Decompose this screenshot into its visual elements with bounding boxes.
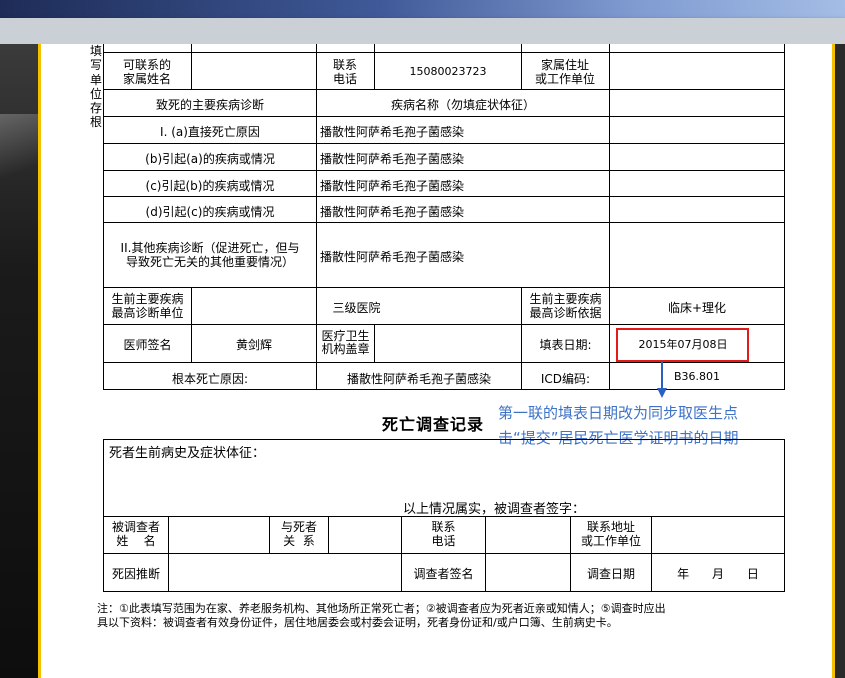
annotation-line-1: 第一联的填表日期改为同步取医生点: [498, 404, 739, 422]
phone-label: 联系 电话: [332, 58, 357, 86]
family-address-label: 家属住址 或工作单位: [534, 58, 595, 86]
grid-line: [103, 170, 785, 171]
grid-line: [103, 324, 785, 325]
other-diagnosis-label: II.其他疾病诊断（促进死亡，但与 导致死亡无关的其他重要情况）: [120, 241, 300, 269]
cause-value-b: 播散性阿萨希毛孢子菌感染: [320, 152, 465, 166]
diagnosis-unit-value: 三级医院: [332, 301, 381, 315]
root-cause-label: 根本死亡原因:: [171, 372, 249, 386]
icd-value: B36.801: [673, 370, 721, 383]
fill-date-label: 填表日期:: [539, 338, 592, 352]
seal-label: 医疗卫生 机构盖章: [321, 329, 370, 356]
survey-date-value: 年 月 日: [677, 567, 759, 581]
cause-value-c: 播散性阿萨希毛孢子菌感染: [320, 179, 465, 193]
stub-side-label: 填写单位存根: [89, 44, 102, 130]
doctor-sign-label: 医师签名: [123, 338, 172, 352]
grid-line: [103, 389, 785, 390]
cause-value-a: 播散性阿萨希毛孢子菌感染: [320, 125, 465, 139]
survey-title: 死亡调查记录: [382, 415, 485, 434]
annotation-arrowhead: [657, 388, 667, 398]
grid-line: [485, 516, 486, 591]
toolbar-strip: [0, 18, 845, 44]
respondent-address-label: 联系地址 或工作单位: [580, 520, 641, 548]
main-diagnosis-header: 致死的主要疾病诊断: [155, 98, 264, 112]
highlight-box: [616, 328, 749, 362]
grid-line: [103, 89, 785, 90]
grid-line: [103, 196, 785, 197]
viewer-right-margin: [835, 44, 845, 678]
medical-history-label: 死者生前病史及症状体征：: [109, 446, 266, 461]
other-diagnosis-value: 播散性阿萨希毛孢子菌感染: [320, 250, 465, 264]
grid-line: [103, 287, 785, 288]
grid-line: [784, 44, 785, 389]
window-titlebar: [0, 0, 845, 44]
grid-line: [103, 362, 785, 363]
cause-value-d: 播散性阿萨希毛孢子菌感染: [320, 205, 465, 219]
footnote-line-2: 具以下资料：被调查者有效身份证件，居住地居委会或村委会证明，死者身份证和/或户口…: [97, 616, 618, 629]
diagnosis-unit-label: 生前主要疾病 最高诊断单位: [111, 292, 184, 320]
confirm-statement: 以上情况属实，被调查者签字：: [403, 502, 586, 517]
grid-line: [103, 52, 785, 53]
page-edge-right: [832, 44, 835, 678]
grid-line: [103, 591, 785, 592]
viewer-left-margin: [0, 44, 38, 678]
grid-line: [103, 143, 785, 144]
respondent-phone-label: 联系 电话: [431, 520, 456, 548]
grid-line: [103, 439, 785, 440]
grid-line: [168, 516, 169, 591]
annotation-line-2: 击“提交”居民死亡医学证明书的日期: [498, 429, 739, 447]
grid-line: [328, 516, 329, 553]
diagnosis-basis-label: 生前主要疾病 最高诊断依据: [529, 292, 602, 320]
annotation-arrow: [661, 362, 663, 390]
root-cause-value: 播散性阿萨希毛孢子菌感染: [346, 372, 491, 386]
grid-line: [374, 44, 375, 89]
grid-line: [103, 222, 785, 223]
icd-label: ICD编码:: [540, 372, 591, 386]
investigator-sign-label: 调查者签名: [413, 567, 474, 581]
grid-line: [374, 324, 375, 362]
diagnosis-basis-value: 临床+理化: [667, 301, 727, 315]
disease-name-header: 疾病名称（勿填症状体征）: [390, 98, 535, 112]
cause-inference-label: 死因推断: [111, 567, 160, 581]
cause-label-a: I. (a)直接死亡原因: [160, 125, 260, 139]
grid-line: [521, 44, 522, 89]
doctor-name: 黄剑辉: [235, 338, 272, 352]
relation-label: 与死者 关 系: [280, 520, 317, 548]
family-contact-label: 可联系的 家属姓名: [122, 58, 171, 86]
page-edge-left: [38, 44, 41, 678]
gloss-highlight: [0, 114, 38, 194]
survey-date-label: 调查日期: [586, 567, 635, 581]
cause-label-d: (d)引起(c)的疾病或情况: [145, 205, 275, 219]
grid-line: [784, 439, 785, 592]
grid-line: [103, 553, 785, 554]
grid-line: [191, 44, 192, 89]
grid-line: [103, 116, 785, 117]
respondent-name-label: 被调查者 姓 名: [111, 520, 160, 548]
cause-label-b: (b)引起(a)的疾病或情况: [145, 152, 275, 166]
cause-label-c: (c)引起(b)的疾病或情况: [145, 179, 275, 193]
phone-value: 15080023723: [409, 65, 487, 78]
